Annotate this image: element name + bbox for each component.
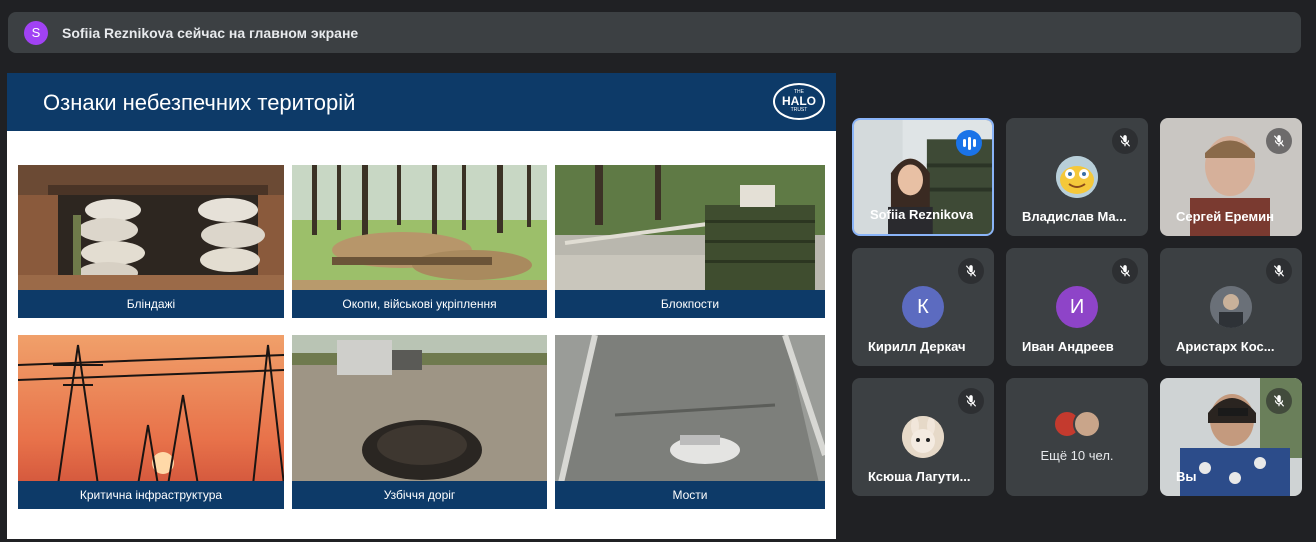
participant-tile-aristarkh[interactable]: Аристарх Кос... (1160, 248, 1302, 366)
presentation-slide[interactable]: Ознаки небезпечних територій THE HALO TR… (7, 73, 836, 539)
participant-name: Владислав Ма... (1022, 209, 1127, 224)
participant-tile-kirill-derkach[interactable]: К Кирилл Деркач (852, 248, 994, 366)
participant-avatar (902, 416, 944, 458)
mic-off-icon (1266, 388, 1292, 414)
participant-name: Ксюша Лагути... (868, 469, 971, 484)
tile-caption: Узбіччя доріг (292, 481, 547, 509)
halo-trust-logo: THE HALO TRUST (773, 83, 825, 120)
participant-tile-self[interactable]: Вы (1160, 378, 1302, 496)
slide-tile-bridges: Мости (555, 335, 825, 509)
participant-avatar (1056, 156, 1098, 198)
participant-avatar (1210, 286, 1252, 328)
avatar-image (1056, 156, 1098, 198)
more-participants-avatars (1053, 410, 1103, 438)
participant-tile-sofiia-reznikova[interactable]: Sofiia Reznikova (852, 118, 994, 236)
participant-tile-ksyusha[interactable]: Ксюша Лагути... (852, 378, 994, 496)
audio-level-icon (956, 130, 982, 156)
participant-avatar (1073, 410, 1101, 438)
tile-caption: Бліндажі (18, 290, 284, 318)
presenter-avatar: S (24, 20, 48, 45)
slide-tile-roadsides: Узбіччя доріг (292, 335, 547, 509)
slide-tile-dugouts: Бліндажі (18, 165, 284, 318)
participant-name: Sofiia Reznikova (870, 207, 974, 222)
more-participants-tile[interactable]: Ещё 10 чел. (1006, 378, 1148, 496)
participant-avatar: И (1056, 286, 1098, 328)
participant-tile-vladislav[interactable]: Владислав Ма... (1006, 118, 1148, 236)
participant-avatar: К (902, 286, 944, 328)
mic-off-icon (1266, 128, 1292, 154)
mic-off-icon (958, 388, 984, 414)
mic-off-icon (1112, 128, 1138, 154)
mic-off-icon (1266, 258, 1292, 284)
more-participants-label: Ещё 10 чел. (1040, 448, 1114, 463)
slide-header: Ознаки небезпечних територій THE HALO TR… (7, 73, 836, 131)
slide-tile-checkpoints: Блокпости (555, 165, 825, 318)
participant-name: Вы (1176, 469, 1197, 484)
avatar-image (1210, 286, 1252, 328)
participant-tile-sergey-eremin[interactable]: Сергей Еремин (1160, 118, 1302, 236)
participant-tile-ivan-andreev[interactable]: И Иван Андреев (1006, 248, 1148, 366)
participant-name: Аристарх Кос... (1176, 339, 1275, 354)
slide-tile-trenches: Окопи, військові укріплення (292, 165, 547, 318)
tile-caption: Мости (555, 481, 825, 509)
mic-off-icon (958, 258, 984, 284)
mic-off-icon (1112, 258, 1138, 284)
presentation-status-text: Sofiia Reznikova сейчас на главном экран… (62, 24, 359, 41)
slide-title: Ознаки небезпечних територій (43, 90, 356, 115)
tile-caption: Окопи, військові укріплення (292, 290, 547, 318)
slide-tile-infrastructure: Критична інфраструктура (18, 335, 284, 509)
participant-name: Сергей Еремин (1176, 209, 1274, 224)
tile-caption: Блокпости (555, 290, 825, 318)
tile-caption: Критична інфраструктура (18, 481, 284, 509)
participant-name: Кирилл Деркач (868, 339, 966, 354)
avatar-image (902, 416, 944, 458)
presentation-banner: S Sofiia Reznikova сейчас на главном экр… (8, 12, 1301, 53)
participant-name: Иван Андреев (1022, 339, 1114, 354)
